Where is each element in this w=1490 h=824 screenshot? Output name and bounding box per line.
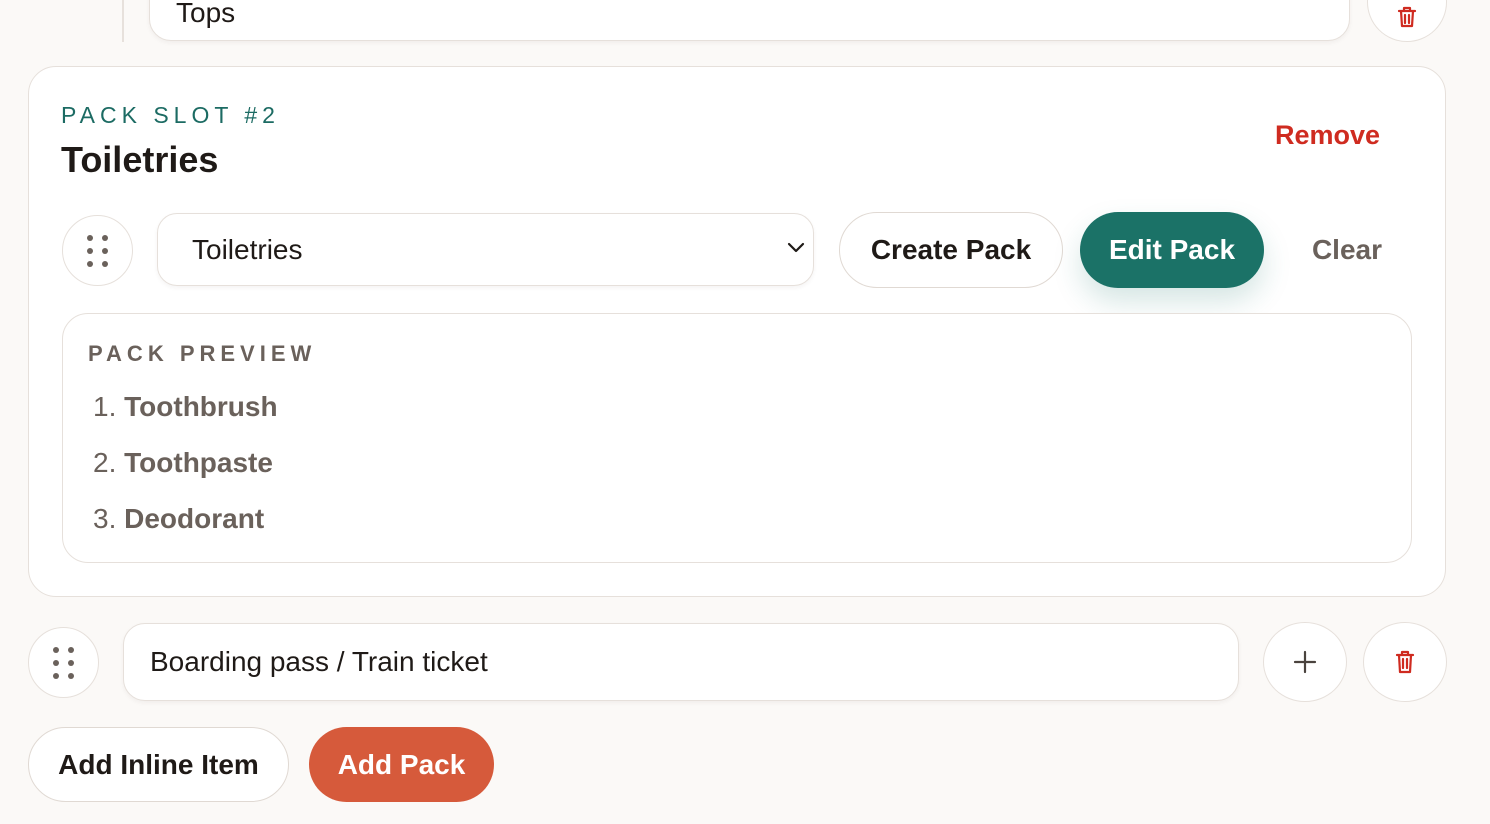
drag-handle-pack[interactable] [62, 215, 133, 286]
create-pack-button[interactable]: Create Pack [839, 212, 1063, 288]
list-item-number: 3. [93, 503, 117, 534]
remove-pack-button[interactable]: Remove [1260, 120, 1380, 151]
pack-select-value: Toiletries [192, 234, 303, 265]
list-item: 2. Toothpaste [93, 447, 273, 479]
chevron-down-icon [787, 242, 805, 253]
clear-pack-button[interactable]: Clear [1296, 234, 1382, 266]
grip-icon [53, 646, 74, 679]
pack-slot-label: PACK SLOT #2 [61, 102, 280, 128]
list-item-name: Toothpaste [124, 447, 273, 478]
item-text-field[interactable]: Boarding pass / Train ticket [123, 623, 1239, 701]
trash-icon [1395, 650, 1415, 674]
list-item-name: Deodorant [124, 503, 265, 534]
item-text-field-previous[interactable]: Tops [149, 0, 1350, 41]
add-inline-item-button[interactable]: Add Inline Item [28, 727, 289, 802]
grip-icon [87, 234, 108, 267]
edit-pack-button[interactable]: Edit Pack [1080, 212, 1264, 288]
pack-select[interactable]: Toiletries [157, 213, 814, 286]
list-item-number: 1. [93, 391, 117, 422]
item-text-value: Boarding pass / Train ticket [150, 646, 488, 677]
tree-connector-line [122, 0, 124, 42]
pack-slot-title: Toiletries [61, 139, 219, 180]
trash-icon [1397, 6, 1417, 28]
list-item-name: Toothbrush [124, 391, 278, 422]
drag-handle-item[interactable] [28, 627, 99, 698]
list-item-number: 2. [93, 447, 117, 478]
delete-item-button[interactable] [1363, 622, 1447, 702]
list-item: 3. Deodorant [93, 503, 264, 535]
list-item: 1. Toothbrush [93, 391, 278, 423]
plus-icon [1293, 650, 1317, 674]
pack-preview-label: PACK PREVIEW [88, 341, 317, 366]
pack-preview: PACK PREVIEW 1. Toothbrush 2. Toothpaste… [62, 313, 1412, 563]
add-subitem-button[interactable] [1263, 622, 1347, 702]
add-pack-button[interactable]: Add Pack [309, 727, 494, 802]
delete-item-button-previous[interactable] [1367, 0, 1447, 42]
item-text-value: Tops [176, 0, 236, 28]
